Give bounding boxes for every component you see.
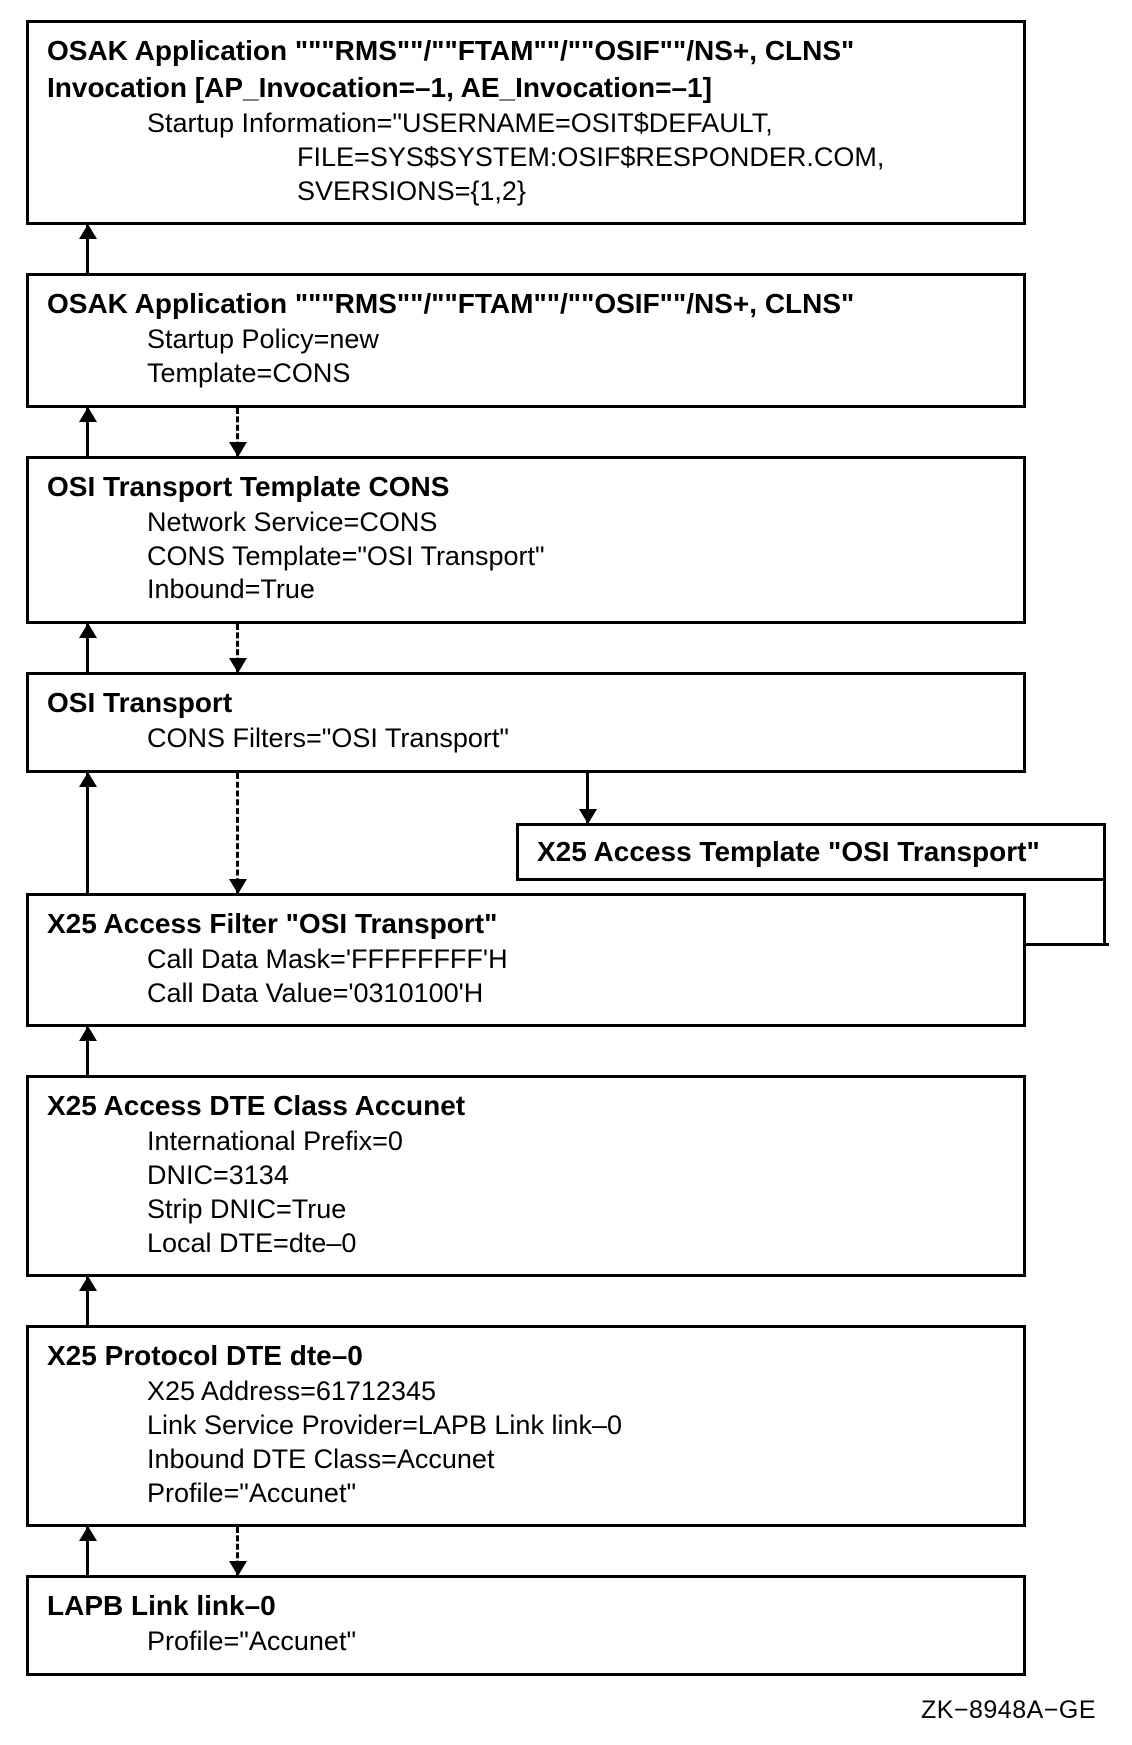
box-osi-transport: OSI Transport CONS Filters="OSI Transpor… (26, 672, 1026, 773)
connector-gap (26, 1027, 1106, 1075)
attr-line: Strip DNIC=True (147, 1193, 1005, 1227)
attr-line: Call Data Mask='FFFFFFFF'H (147, 943, 1005, 977)
box-attributes: CONS Filters="OSI Transport" (47, 722, 1005, 756)
attr-line: Profile="Accunet" (147, 1625, 1005, 1659)
attr-line: Call Data Value='0310100'H (147, 977, 1005, 1011)
attr-line: Link Service Provider=LAPB Link link–0 (147, 1409, 1005, 1443)
box-title: OSAK Application """RMS""/""FTAM""/""OSI… (47, 33, 1005, 68)
connector-line (1026, 943, 1109, 946)
box-osak-invocation: OSAK Application """RMS""/""FTAM""/""OSI… (26, 20, 1026, 225)
box-title: X25 Access Filter "OSI Transport" (47, 906, 1005, 941)
box-subtitle: Invocation [AP_Invocation=–1, AE_Invocat… (47, 70, 1005, 105)
box-attributes: International Prefix=0 DNIC=3134 Strip D… (47, 1125, 1005, 1260)
arrow-up-icon (86, 1277, 89, 1325)
box-title: X25 Access DTE Class Accunet (47, 1088, 1005, 1123)
arrow-up-icon (86, 773, 89, 893)
diagram-reference-id: ZK−8948A−GE (26, 1696, 1106, 1725)
connector-line (1103, 878, 1106, 943)
box-x25-protocol-dte: X25 Protocol DTE dte–0 X25 Address=61712… (26, 1325, 1026, 1527)
arrow-down-dashed-icon (236, 1527, 239, 1575)
attr-line: International Prefix=0 (147, 1125, 1005, 1159)
arrow-down-dashed-icon (236, 408, 239, 456)
box-x25-dte-class: X25 Access DTE Class Accunet Internation… (26, 1075, 1026, 1277)
box-x25-access-filter: X25 Access Filter "OSI Transport" Call D… (26, 893, 1026, 1028)
arrow-up-icon (86, 225, 89, 273)
connector-gap (26, 225, 1106, 273)
attr-line: CONS Template="OSI Transport" (147, 540, 1005, 574)
attr-line: Inbound DTE Class=Accunet (147, 1443, 1005, 1477)
box-attributes: Startup Policy=new Template=CONS (47, 323, 1005, 391)
attr-line: Startup Policy=new (147, 323, 1005, 357)
arrow-down-icon (586, 773, 589, 823)
attr-line: Inbound=True (147, 573, 1005, 607)
box-title: OSI Transport Template CONS (47, 469, 1005, 504)
box-x25-access-template: X25 Access Template "OSI Transport" (516, 823, 1106, 881)
arrow-up-icon (86, 408, 89, 456)
attr-line: CONS Filters="OSI Transport" (147, 722, 1005, 756)
box-osak-application: OSAK Application """RMS""/""FTAM""/""OSI… (26, 273, 1026, 408)
box-attributes: Startup Information="USERNAME=OSIT$DEFAU… (47, 107, 1005, 208)
arrow-down-dashed-icon (236, 773, 239, 893)
box-attributes: Profile="Accunet" (47, 1625, 1005, 1659)
box-attributes: Network Service=CONS CONS Template="OSI … (47, 506, 1005, 607)
attr-line: SVERSIONS={1,2} (147, 175, 1005, 209)
box-attributes: X25 Address=61712345 Link Service Provid… (47, 1375, 1005, 1510)
attr-line: Local DTE=dte–0 (147, 1227, 1005, 1261)
box-osi-transport-template: OSI Transport Template CONS Network Serv… (26, 456, 1026, 624)
box-title: LAPB Link link–0 (47, 1588, 1005, 1623)
box-title: X25 Access Template "OSI Transport" (537, 836, 1040, 867)
box-attributes: Call Data Mask='FFFFFFFF'H Call Data Val… (47, 943, 1005, 1011)
attr-line: Startup Information="USERNAME=OSIT$DEFAU… (147, 107, 1005, 141)
box-title: OSAK Application """RMS""/""FTAM""/""OSI… (47, 286, 1005, 321)
box-lapb-link: LAPB Link link–0 Profile="Accunet" (26, 1575, 1026, 1676)
attr-line: Profile="Accunet" (147, 1477, 1005, 1511)
box-title: X25 Protocol DTE dte–0 (47, 1338, 1005, 1373)
arrow-up-icon (86, 1027, 89, 1075)
box-title: OSI Transport (47, 685, 1005, 720)
network-stack-diagram: OSAK Application """RMS""/""FTAM""/""OSI… (26, 20, 1106, 1725)
attr-line: FILE=SYS$SYSTEM:OSIF$RESPONDER.COM, (147, 141, 1005, 175)
arrow-up-icon (86, 1527, 89, 1575)
connector-gap (26, 624, 1106, 672)
connector-gap-complex: X25 Access Template "OSI Transport" (26, 773, 1106, 893)
attr-line: Network Service=CONS (147, 506, 1005, 540)
arrow-down-dashed-icon (236, 624, 239, 672)
attr-line: DNIC=3134 (147, 1159, 1005, 1193)
attr-line: X25 Address=61712345 (147, 1375, 1005, 1409)
connector-gap (26, 1527, 1106, 1575)
connector-gap (26, 408, 1106, 456)
attr-line: Template=CONS (147, 357, 1005, 391)
connector-gap (26, 1277, 1106, 1325)
arrow-up-icon (86, 624, 89, 672)
